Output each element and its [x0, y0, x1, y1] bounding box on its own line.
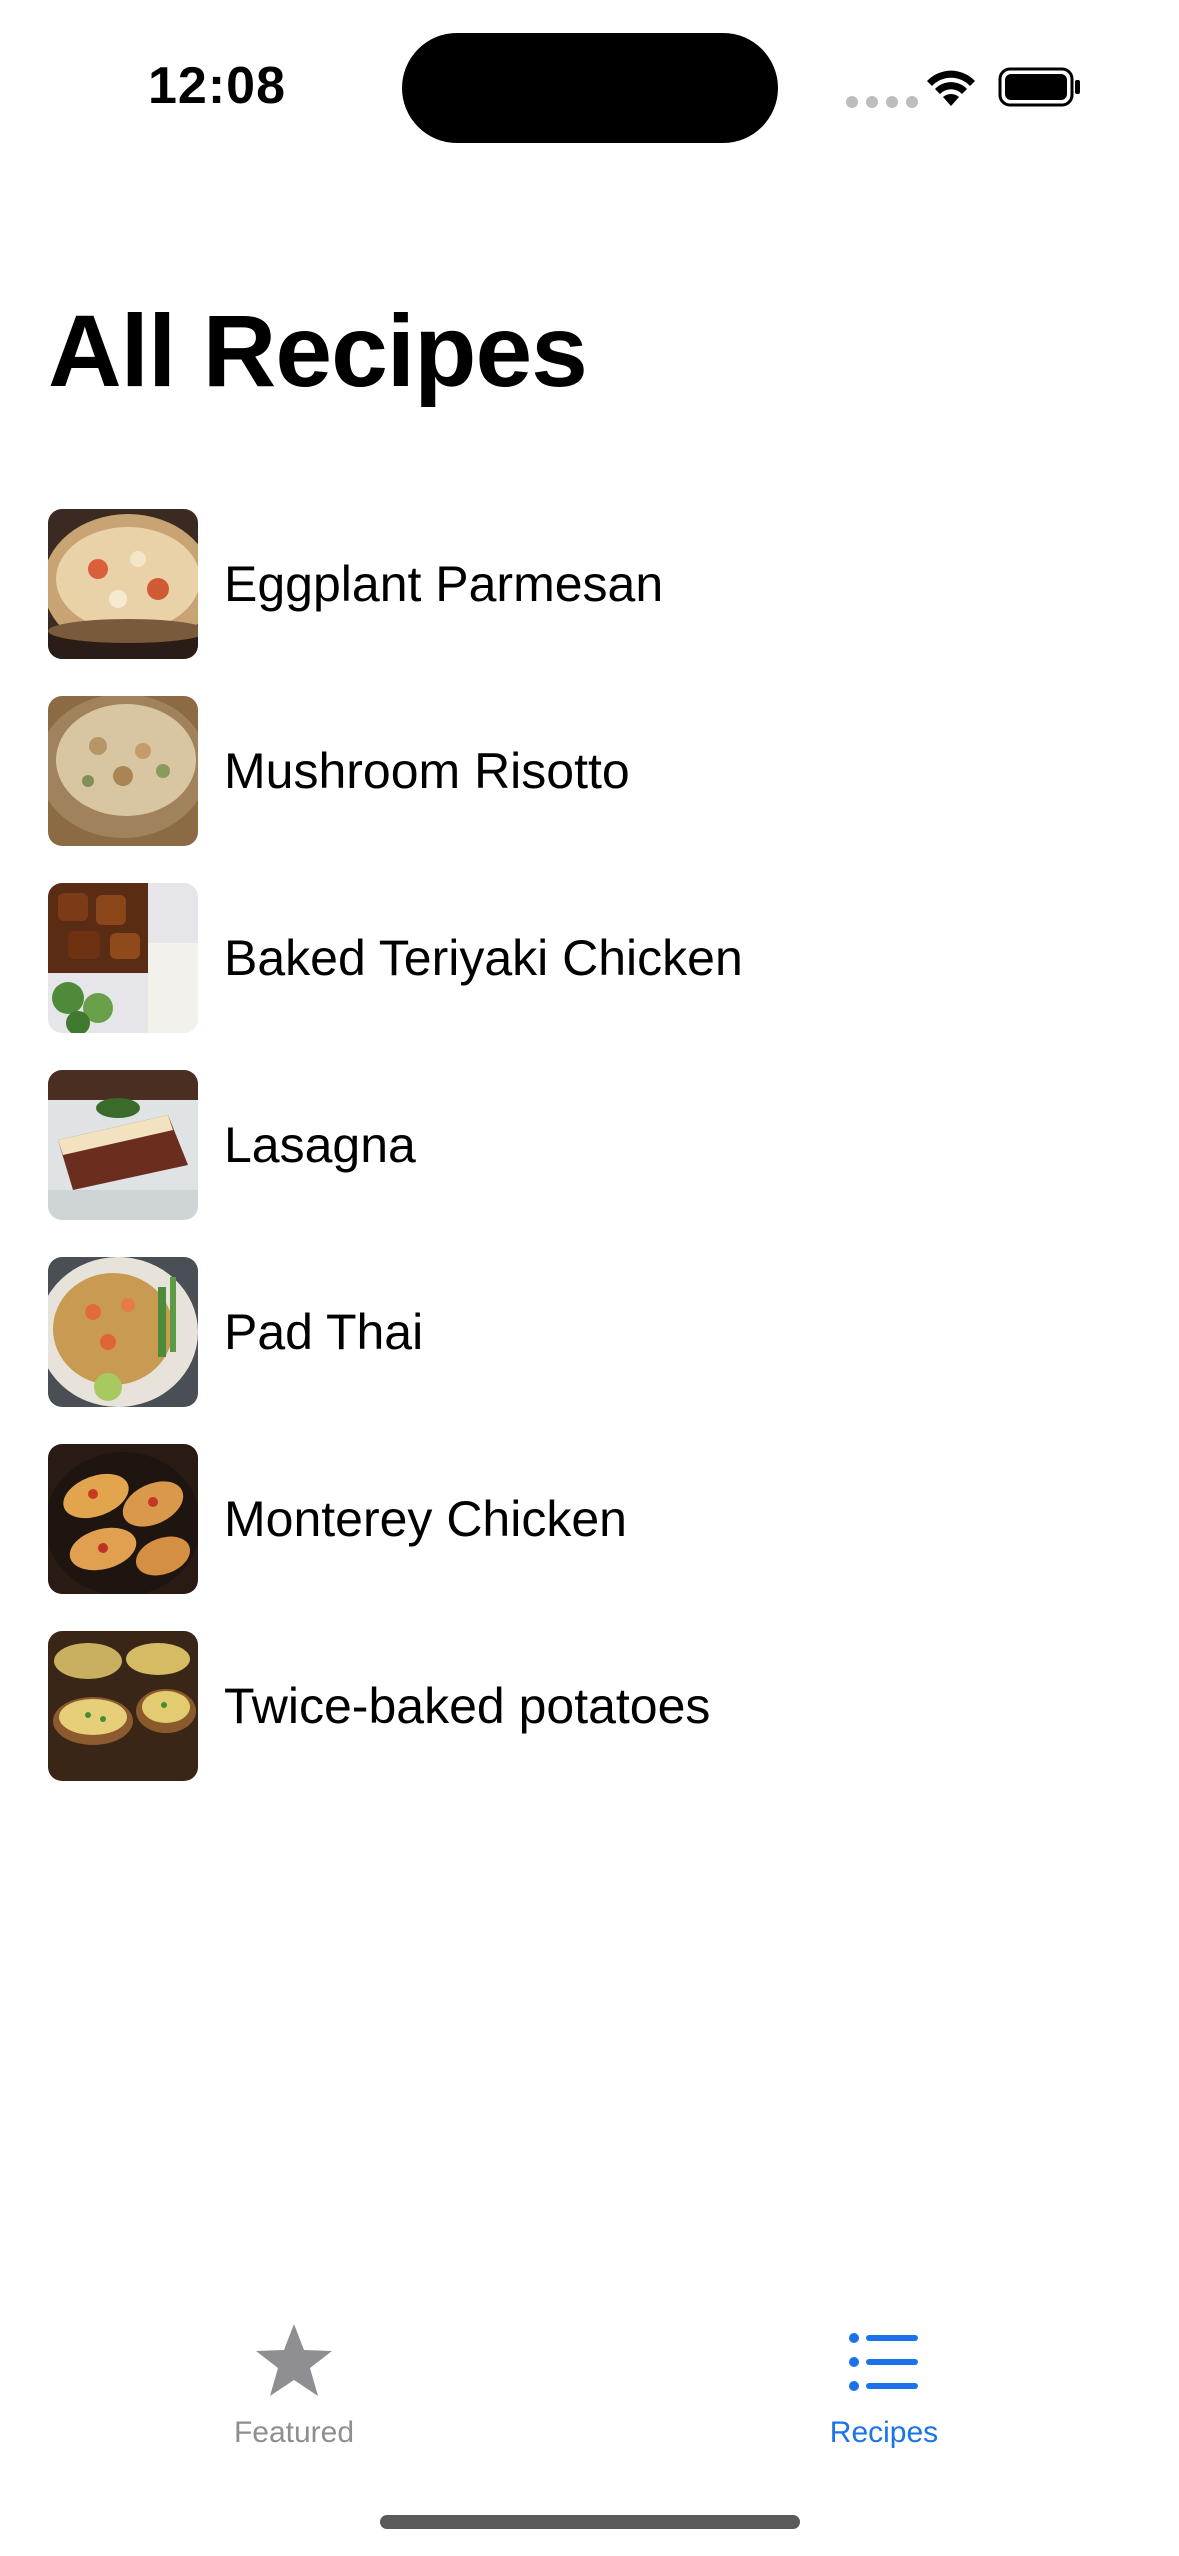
recipe-name: Monterey Chicken	[224, 1490, 627, 1547]
pad-thai-photo	[48, 1256, 198, 1407]
list-item[interactable]: Baked Teriyaki Chicken	[48, 864, 1128, 1051]
dynamic-island	[402, 33, 778, 143]
star-icon	[256, 2324, 332, 2396]
tab-recipes[interactable]: Recipes	[734, 2320, 1034, 2450]
tab-label: Recipes	[829, 2416, 939, 2449]
list-item[interactable]: Twice-baked potatoes	[48, 1612, 1128, 1799]
lasagna-photo	[48, 1069, 198, 1220]
mushroom-risotto-photo	[48, 695, 198, 846]
tab-featured[interactable]: Featured	[144, 2320, 444, 2450]
list-item[interactable]: Pad Thai	[48, 1238, 1128, 1425]
recipe-name: Lasagna	[224, 1116, 416, 1173]
teriyaki-chicken-photo	[48, 882, 198, 1033]
list-icon	[849, 2333, 918, 2391]
home-indicator[interactable]	[380, 2515, 800, 2529]
recipe-name: Mushroom Risotto	[224, 742, 630, 799]
monterey-chicken-photo	[48, 1443, 198, 1594]
recipe-name: Baked Teriyaki Chicken	[224, 929, 743, 986]
recipe-name: Pad Thai	[224, 1303, 424, 1360]
recipe-name: Twice-baked potatoes	[224, 1677, 711, 1734]
recipe-list: Eggplant Parmesan Mushroom Risotto Baked…	[48, 490, 1128, 1799]
eggplant-parmesan-photo	[48, 508, 198, 659]
tab-label: Featured	[233, 2416, 355, 2449]
page-title: All Recipes	[48, 294, 588, 408]
cellular-signal-icon	[846, 96, 918, 108]
list-item[interactable]: Eggplant Parmesan	[48, 490, 1128, 677]
twice-baked-potatoes-photo	[48, 1630, 198, 1781]
list-item[interactable]: Monterey Chicken	[48, 1425, 1128, 1612]
wifi-icon	[927, 70, 975, 106]
battery-icon	[998, 67, 1080, 107]
recipe-name: Eggplant Parmesan	[224, 555, 664, 612]
list-item[interactable]: Mushroom Risotto	[48, 677, 1128, 864]
status-time: 12:08	[148, 57, 286, 115]
list-item[interactable]: Lasagna	[48, 1051, 1128, 1238]
